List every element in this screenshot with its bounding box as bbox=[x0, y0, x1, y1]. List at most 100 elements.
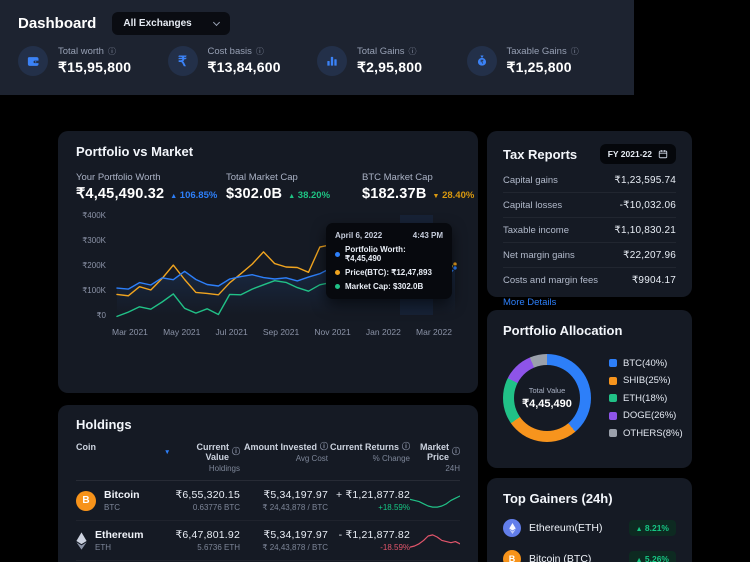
top-panel: Dashboard All Exchanges Total worth ⓘ ₹1… bbox=[0, 0, 634, 95]
metric-value: ₹4,45,490.32 bbox=[76, 186, 164, 202]
metric-change: ▲ 106.85% bbox=[170, 190, 217, 201]
coin-name: Ethereum bbox=[95, 529, 143, 541]
info-icon[interactable]: ⓘ bbox=[320, 443, 328, 451]
stat-value: ₹2,95,800 bbox=[357, 59, 422, 76]
chevron-down-icon bbox=[213, 18, 220, 25]
tax-row-value: ₹1,23,595.74 bbox=[614, 175, 676, 186]
holdings-row[interactable]: Ethereum ETH ₹6,47,801.92 5.6736 ETH ₹5,… bbox=[76, 521, 460, 561]
holdings-header-sub: Avg Cost bbox=[240, 454, 328, 463]
holdings-header-sub: % Change bbox=[328, 454, 410, 463]
legend-item[interactable]: OTHERS(8%) bbox=[609, 428, 683, 439]
holdings-header-cell[interactable]: Coin bbox=[76, 442, 164, 473]
stat-icon-circle bbox=[317, 46, 347, 76]
avg-cost: ₹ 24,43,878 / BTC bbox=[240, 543, 328, 552]
series-dot-icon bbox=[335, 284, 340, 289]
sort-desc-icon[interactable]: ▼ bbox=[164, 449, 170, 456]
metric-value: $302.0B bbox=[226, 186, 282, 202]
gainer-change-badge: ▲ 8.21% bbox=[629, 520, 676, 536]
price-sparkline bbox=[410, 532, 460, 550]
tax-row-value: ₹9904.17 bbox=[632, 275, 676, 286]
allocation-donut-chart[interactable]: Total Value ₹4,45,490 bbox=[503, 354, 591, 442]
legend-item[interactable]: BTC(40%) bbox=[609, 358, 683, 369]
donut-center: Total Value ₹4,45,490 bbox=[514, 365, 580, 431]
y-axis-tick: ₹300K bbox=[76, 236, 106, 245]
portfolio-metric: Total Market Cap $302.0B ▲ 38.20% bbox=[226, 172, 362, 202]
current-value: ₹6,55,320.15 bbox=[164, 489, 240, 501]
x-axis-tick: Mar 2021 bbox=[112, 327, 148, 337]
tax-report-row: Costs and margin fees ₹9904.17 bbox=[503, 268, 676, 292]
fiscal-year-value: FY 2021-22 bbox=[608, 149, 652, 159]
metric-label: Total Market Cap bbox=[226, 172, 362, 183]
x-axis-tick: Sep 2021 bbox=[263, 327, 299, 337]
tooltip-row: Portfolio Worth: ₹4,45,490 bbox=[335, 245, 443, 263]
info-icon[interactable]: ⓘ bbox=[402, 443, 410, 451]
tax-report-row: Net margin gains ₹22,207.96 bbox=[503, 243, 676, 268]
info-icon[interactable]: ⓘ bbox=[452, 448, 460, 456]
portfolio-vs-market-card: Portfolio vs Market Your Portfolio Worth… bbox=[58, 131, 478, 393]
legend-label: OTHERS(8%) bbox=[623, 428, 683, 439]
legend-item[interactable]: ETH(18%) bbox=[609, 393, 683, 404]
page-title: Dashboard bbox=[18, 15, 96, 32]
tax-reports-title: Tax Reports bbox=[503, 147, 577, 162]
tax-report-row: Taxable income ₹1,10,830.21 bbox=[503, 218, 676, 243]
info-icon[interactable]: ⓘ bbox=[232, 448, 240, 456]
top-gainer-row[interactable]: Ethereum(ETH) ▲ 8.21% bbox=[503, 519, 676, 537]
holdings-header-cell[interactable]: Current Returns ⓘ % Change bbox=[328, 442, 410, 473]
holdings-row[interactable]: B Bitcoin BTC ₹6,55,320.15 0.63776 BTC ₹… bbox=[76, 481, 460, 521]
holdings-table: Coin ▼Current Value ⓘ HoldingsAmount Inv… bbox=[76, 442, 460, 562]
tax-report-row: Capital gains ₹1,23,595.74 bbox=[503, 168, 676, 193]
info-icon[interactable]: ⓘ bbox=[409, 48, 417, 56]
exchange-dropdown[interactable]: All Exchanges bbox=[112, 12, 229, 35]
holdings-table-header: Coin ▼Current Value ⓘ HoldingsAmount Inv… bbox=[76, 442, 460, 481]
legend-label: SHIB(25%) bbox=[623, 375, 671, 386]
coin-symbol: ETH bbox=[95, 543, 143, 552]
bar-chart-icon bbox=[325, 54, 339, 68]
tax-row-label: Capital losses bbox=[503, 200, 562, 211]
portfolio-line-chart[interactable]: ₹0₹100K₹200K₹300K₹400K Mar 2021May 2021J… bbox=[76, 215, 460, 351]
wallet-icon bbox=[26, 54, 41, 69]
tooltip-date: April 6, 2022 bbox=[335, 231, 382, 240]
stat-icon-circle bbox=[18, 46, 48, 76]
portfolio-allocation-title: Portfolio Allocation bbox=[503, 323, 676, 338]
more-details-link[interactable]: More Details bbox=[503, 297, 556, 308]
portfolio-vs-market-title: Portfolio vs Market bbox=[76, 144, 460, 159]
tax-row-label: Costs and margin fees bbox=[503, 275, 598, 286]
metric-value: $182.37B bbox=[362, 186, 427, 202]
tax-row-label: Net margin gains bbox=[503, 250, 575, 261]
stat-value: ₹15,95,800 bbox=[58, 59, 131, 76]
tax-row-value: -₹10,032.06 bbox=[620, 200, 676, 211]
amount-invested: ₹5,34,197.97 bbox=[240, 529, 328, 541]
holdings-header-cell[interactable]: Amount Invested ⓘ Avg Cost bbox=[240, 442, 328, 473]
info-icon[interactable]: ⓘ bbox=[571, 48, 579, 56]
x-axis-tick: May 2021 bbox=[163, 327, 200, 337]
holdings-card: Holdings Coin ▼Current Value ⓘ HoldingsA… bbox=[58, 405, 478, 562]
stat-card: Total worth ⓘ ₹15,95,800 bbox=[18, 46, 168, 76]
holdings-header-cell[interactable]: ▼Current Value ⓘ Holdings bbox=[164, 442, 240, 473]
legend-item[interactable]: DOGE(26%) bbox=[609, 410, 683, 421]
x-axis-tick: Jan 2022 bbox=[366, 327, 401, 337]
tooltip-row: Market Cap: $302.0B bbox=[335, 282, 443, 291]
portfolio-metrics-row: Your Portfolio Worth ₹4,45,490.32 ▲ 106.… bbox=[76, 172, 460, 202]
metric-change: ▲ 38.20% bbox=[288, 190, 330, 201]
holdings-header-cell[interactable]: Market Price ⓘ 24H bbox=[410, 442, 460, 473]
ethereum-icon bbox=[509, 523, 516, 534]
calendar-icon bbox=[658, 149, 668, 159]
avg-cost: ₹ 24,43,878 / BTC bbox=[240, 503, 328, 512]
rupee-icon: ₹ bbox=[178, 53, 187, 70]
holdings-header-sub: 24H bbox=[410, 464, 460, 473]
ethereum-icon bbox=[76, 532, 87, 550]
x-axis-tick: Mar 2022 bbox=[416, 327, 452, 337]
top-gainer-row[interactable]: B Bitcoin (BTC) ▲ 5.26% bbox=[503, 550, 676, 562]
legend-item[interactable]: SHIB(25%) bbox=[609, 375, 683, 386]
fiscal-year-selector[interactable]: FY 2021-22 bbox=[600, 144, 676, 164]
holdings-header-sub: Holdings bbox=[164, 464, 240, 473]
ethereum-icon bbox=[503, 519, 521, 537]
stat-label: Total worth ⓘ bbox=[58, 46, 131, 57]
stat-card: ₹ Cost basis ⓘ ₹13,84,600 bbox=[168, 46, 318, 76]
info-icon[interactable]: ⓘ bbox=[256, 48, 264, 56]
top-gainers-card: Top Gainers (24h) Ethereum(ETH) ▲ 8.21%B… bbox=[487, 478, 692, 562]
tax-row-value: ₹1,10,830.21 bbox=[614, 225, 676, 236]
exchange-dropdown-value: All Exchanges bbox=[123, 18, 191, 29]
holdings-title: Holdings bbox=[76, 417, 460, 432]
info-icon[interactable]: ⓘ bbox=[108, 48, 116, 56]
